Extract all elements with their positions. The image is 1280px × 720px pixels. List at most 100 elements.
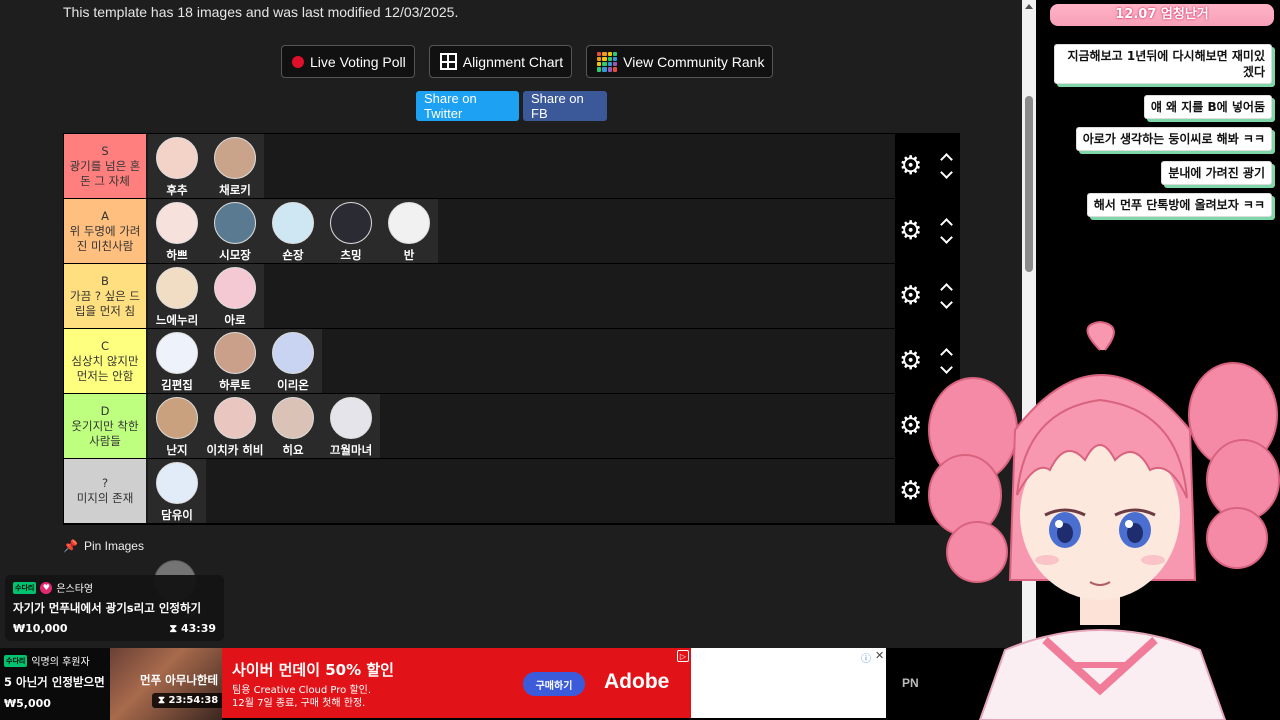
chat-message: 해서 먼푸 단톡방에 올려보자 ㅋㅋ [1086, 193, 1272, 217]
scroll-thumb[interactable] [1025, 96, 1033, 272]
character-avatar [214, 267, 256, 309]
tier-item[interactable]: 히요 [264, 394, 322, 458]
character-avatar [156, 397, 198, 439]
video-title: 먼푸 아무나한테 I [140, 673, 227, 687]
tier-rank: B [101, 273, 109, 288]
live-voting-button[interactable]: Live Voting Poll [281, 45, 415, 78]
character-avatar [272, 202, 314, 244]
donation-alert: 수다리 ♥ 은스타영 자기가 먼푸내에서 광기s리고 인정하기 ₩10,000 … [5, 575, 224, 641]
gear-icon[interactable]: ⚙ [899, 348, 922, 374]
tier-item[interactable]: 반 [380, 199, 438, 263]
record-icon [292, 55, 304, 68]
tier-description: 미지의 존재 [76, 491, 134, 505]
donation-message: 자기가 먼푸내에서 광기s리고 인정하기 [13, 601, 202, 615]
pin-images-option[interactable]: 📌 Pin Images [63, 539, 144, 553]
tier-item[interactable]: 이치카 히비 [206, 394, 264, 458]
tier-item[interactable]: 아로 [206, 264, 264, 328]
action-buttons: Live Voting Poll Alignment Chart View Co… [281, 45, 774, 78]
character-avatar [272, 397, 314, 439]
tier-item[interactable]: 김편집 [148, 329, 206, 393]
donor-name: 은스타영 [56, 584, 94, 595]
character-avatar [214, 332, 256, 374]
character-avatar [214, 137, 256, 179]
character-name: 반 [403, 248, 415, 262]
tier-label[interactable]: A위 두명에 가려진 미친사람 [64, 199, 146, 263]
tier-label[interactable]: C 심상치 않지만 먼저는 안함 [64, 329, 146, 393]
gear-icon[interactable]: ⚙ [899, 478, 922, 504]
ad-whitespace: ⓘ ✕ [691, 648, 886, 718]
tier-label[interactable]: D 웃기지만 착한 사람들 [64, 394, 146, 458]
community-rank-button[interactable]: View Community Rank [586, 45, 774, 78]
sponsor-alert: 수다리 익명의 후원자 5 아닌거 인정받으면 성공 ₩5,000 [0, 648, 110, 720]
chevron-up-icon[interactable] [940, 218, 953, 231]
tier-items: 느에누리 아로 [146, 264, 895, 328]
tier-item[interactable]: 이리온 [264, 329, 322, 393]
chat-message: 지금해보고 1년뒤에 다시해보면 재미있겠다 [1054, 44, 1272, 84]
tier-rank: C [100, 338, 110, 353]
chat-header: 12.07 엄청난거 [1050, 4, 1274, 26]
ad-close-icon[interactable]: ✕ [875, 649, 884, 662]
character-avatar [388, 202, 430, 244]
ad-banner[interactable]: 사이버 먼데이 50% 할인 팀용 Creative Cloud Pro 할인.… [222, 648, 691, 718]
scroll-up-icon[interactable] [1025, 4, 1033, 9]
pin-images-label: Pin Images [83, 539, 144, 553]
sponsor-badge: 수다리 [4, 654, 28, 667]
rank-grid-icon [597, 51, 618, 72]
donation-time: ⧗ 43:39 [169, 622, 216, 635]
character-name: 숀장 [282, 248, 304, 262]
gear-icon[interactable]: ⚙ [899, 153, 922, 179]
ad-headline: 사이버 먼데이 50% 할인 [232, 661, 394, 679]
tier-label[interactable]: ? 미지의 존재 [64, 459, 146, 523]
share-twitter-button[interactable]: Share on Twitter [416, 91, 519, 121]
gear-icon[interactable]: ⚙ [899, 413, 922, 439]
character-avatar [330, 397, 372, 439]
character-name: 츠밍 [340, 248, 362, 262]
tier-label[interactable]: B 가끔 ? 싶은 드립을 먼저 침 [64, 264, 146, 328]
gear-icon[interactable]: ⚙ [899, 218, 922, 244]
tier-row: B 가끔 ? 싶은 드립을 먼저 침 느에누리 아로 ⚙ [64, 264, 959, 329]
tier-item[interactable]: 끄월마녀 [322, 394, 380, 458]
tier-item[interactable]: 담유이 [148, 459, 206, 523]
tier-item[interactable]: 채로키 [206, 134, 264, 198]
tier-rank: A [101, 208, 109, 223]
tier-item[interactable]: 하쁘 [148, 199, 206, 263]
chevron-up-icon[interactable] [940, 283, 953, 296]
tier-items: 김편집 하루토 이리온 [146, 329, 895, 393]
tier-controls: ⚙ [895, 264, 959, 328]
chevron-down-icon[interactable] [940, 166, 953, 179]
tier-items: 담유이 [146, 459, 895, 523]
tier-description: 광기를 넘은 혼돈 그 자체 [69, 158, 141, 188]
character-name: 채로키 [219, 183, 251, 197]
tier-item[interactable]: 숀장 [264, 199, 322, 263]
tier-rank: ? [101, 476, 109, 490]
tier-items: 후추 채로키 [146, 134, 895, 198]
chevron-down-icon[interactable] [940, 296, 953, 309]
ad-choices-icon[interactable]: ▷ [677, 650, 689, 662]
chevron-up-icon[interactable] [940, 153, 953, 166]
template-info: This template has 18 images and was last… [63, 4, 459, 20]
tier-item[interactable]: 느에누리 [148, 264, 206, 328]
ad-buy-button[interactable]: 구매하기 [523, 672, 585, 696]
character-name: 히요 [282, 443, 304, 457]
alignment-chart-label: Alignment Chart [462, 53, 564, 70]
share-fb-button[interactable]: Share on FB [523, 91, 607, 121]
tier-controls: ⚙ [895, 134, 959, 198]
tier-label[interactable]: S 광기를 넘은 혼돈 그 자체 [64, 134, 146, 198]
gear-icon[interactable]: ⚙ [899, 283, 922, 309]
character-avatar [214, 202, 256, 244]
character-avatar [214, 397, 256, 439]
sponsor-amount: ₩5,000 [4, 697, 51, 710]
tier-items: 난지 이치카 히비 히요 끄월마녀 [146, 394, 895, 458]
heart-icon: ♥ [40, 581, 53, 594]
tier-item[interactable]: 후추 [148, 134, 206, 198]
tier-item[interactable]: 난지 [148, 394, 206, 458]
tier-rank: D [100, 403, 110, 418]
character-avatar [156, 332, 198, 374]
ad-info-icon[interactable]: ⓘ [861, 650, 871, 665]
tier-item[interactable]: 하루토 [206, 329, 264, 393]
tier-item[interactable]: 시모장 [206, 199, 264, 263]
tier-item[interactable]: 츠밍 [322, 199, 380, 263]
chevron-down-icon[interactable] [940, 231, 953, 244]
ad-brand-logo: Adobe [604, 670, 670, 693]
alignment-chart-button[interactable]: Alignment Chart [428, 45, 573, 78]
